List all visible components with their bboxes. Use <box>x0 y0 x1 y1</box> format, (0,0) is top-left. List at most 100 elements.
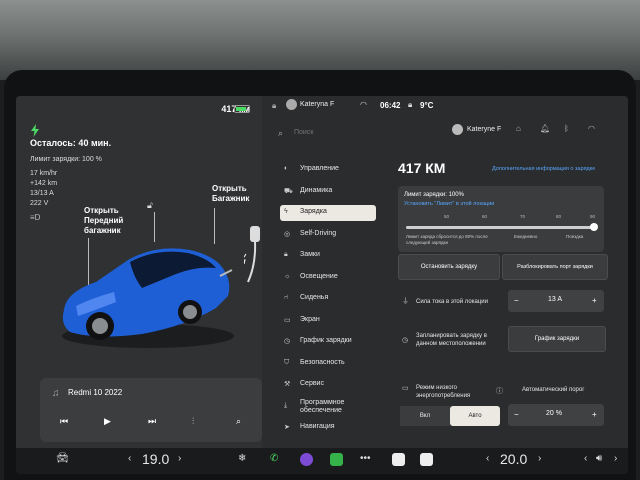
sidebar-item[interactable]: ⚒ Сервис <box>280 377 376 393</box>
bell-icon[interactable]: 🔔︎ <box>540 124 550 133</box>
camera-app-icon[interactable] <box>300 453 313 466</box>
low-power-auto-option[interactable]: Авто <box>450 406 500 426</box>
bluetooth-icon[interactable]: ᛒ <box>564 124 569 133</box>
limit-reset-note: Лимит заряда сбросится до 80% после след… <box>406 234 488 245</box>
auto-threshold-label: Автоматический порог <box>522 387 585 393</box>
sidebar-item-label: Self-Driving <box>300 229 337 237</box>
sidebar-item[interactable]: ⤓ Программное обеспечение <box>280 399 376 415</box>
clock: 06:42 <box>380 101 401 110</box>
sidebar-item-label: Сиденья <box>300 294 329 301</box>
status-user-name[interactable]: Kateryna F <box>300 101 334 108</box>
tesla-screen: 417 км Осталось: 40 мин. Лимит зарядки: … <box>16 96 628 474</box>
sidebar-item[interactable]: 🔒︎ Замки <box>280 248 376 264</box>
sidebar-item-label: Сервис <box>300 380 324 387</box>
calendar-app-icon[interactable] <box>330 453 343 466</box>
unlock-icon[interactable]: 🔓︎ <box>147 200 153 211</box>
lock-icon[interactable]: 🔒︎ <box>272 101 276 111</box>
low-power-icon: ▭ <box>402 385 409 392</box>
equalizer-icon[interactable]: ⫶ <box>192 416 194 427</box>
battery-icon <box>234 105 250 113</box>
set-limit-location-link[interactable]: Установить "Лимит" в этой локации <box>404 201 494 207</box>
sidebar-item[interactable]: ⛟ Динамика <box>280 184 376 200</box>
plus-icon[interactable]: + <box>592 296 597 305</box>
status-bar: 🔒︎ Kateryna F ◠ 06:42 🔒︎ 9°C <box>262 96 628 114</box>
temp-down-icon[interactable]: ‹ <box>128 453 131 464</box>
passenger-temp-down-icon[interactable]: ‹ <box>486 453 489 464</box>
background-scene <box>0 0 640 80</box>
current-stepper[interactable]: − 13 A + <box>508 290 604 312</box>
slider-tick: 50 <box>444 214 450 219</box>
play-icon[interactable]: ▶ <box>104 416 111 427</box>
climate-fan-icon[interactable]: ❄︎ <box>238 453 246 464</box>
search-icon[interactable]: ⌕ <box>236 416 241 427</box>
toggle-icon: ◐ <box>284 165 289 172</box>
open-frunk-button[interactable]: Открыть Передний багажник <box>84 206 134 236</box>
sidebar-item[interactable]: ◷ График зарядки <box>280 334 376 350</box>
car-image <box>62 248 234 348</box>
sidebar-item[interactable]: ϟ Зарядка <box>280 205 376 221</box>
schedule-charge-label: Запланировать зарядку в данном местополо… <box>416 333 487 347</box>
sidebar-item[interactable]: ➤ Навигация <box>280 420 376 436</box>
minus-icon[interactable]: − <box>514 296 519 305</box>
user-avatar-icon[interactable] <box>452 124 463 135</box>
stop-charging-button[interactable]: Остановить зарядку <box>398 254 500 280</box>
passenger-temp-up-icon[interactable]: › <box>538 453 541 464</box>
download-icon: ⤓ <box>284 401 288 409</box>
bolt-icon: ϟ <box>284 208 288 215</box>
seat-icon: ⑁ <box>284 294 289 301</box>
sidebar-item[interactable]: ▭ Экран <box>280 313 376 329</box>
volume-up-icon[interactable]: › <box>614 453 617 464</box>
schedule-clock-icon: ◷ <box>402 337 409 344</box>
open-trunk-button[interactable]: Открыть Багажник <box>212 184 258 204</box>
wrench-icon: ⚒ <box>284 381 291 388</box>
next-track-icon[interactable]: ⏭ <box>148 416 156 427</box>
more-apps-icon[interactable]: ••• <box>360 453 371 464</box>
plus-icon[interactable]: + <box>592 410 597 419</box>
temp-up-icon[interactable]: › <box>178 453 181 464</box>
charge-limit-card: Лимит зарядки: 100% Установить "Лимит" в… <box>398 186 604 252</box>
sentry-icon: 🔒︎ <box>408 100 413 109</box>
low-power-on-option[interactable]: Вкл <box>400 406 450 426</box>
home-icon[interactable]: ⌂ <box>516 124 521 133</box>
sidebar-item-label: Программное обеспечение <box>300 398 345 414</box>
info-icon[interactable]: ⓘ <box>496 386 503 396</box>
passenger-temperature: 20.0 <box>500 451 528 467</box>
previous-track-icon[interactable]: ⏮ <box>60 416 68 427</box>
driver-temperature: 19.0 <box>142 451 170 467</box>
sidebar-item[interactable]: ⑁ Сиденья <box>280 291 376 307</box>
sidebar-item[interactable]: ☼ Освещение <box>280 270 376 286</box>
music-note-icon: ♫ <box>52 388 60 399</box>
car-icon[interactable]: 🚘︎ <box>56 453 69 464</box>
sidebar-item-label: Замки <box>300 251 320 258</box>
threshold-stepper[interactable]: − 20 % + <box>508 404 604 426</box>
sidebar-item[interactable]: ⛉ Безопасность <box>280 356 376 372</box>
lock-icon: 🔒︎ <box>284 251 288 258</box>
volume-down-icon[interactable]: ‹ <box>584 453 587 464</box>
unlock-charge-port-button[interactable]: Разблокировать порт зарядки <box>502 254 608 280</box>
notes-app-icon[interactable] <box>392 453 405 466</box>
profile-name[interactable]: Kateryne F <box>467 126 501 133</box>
minus-icon[interactable]: − <box>514 410 519 419</box>
bottom-bar: 🚘︎ ‹ 19.0 › ❄︎ ✆ ••• ‹ 20.0 › ‹ 🔊︎ › <box>16 448 628 474</box>
sidebar-item[interactable]: ◐ Управление <box>280 162 376 178</box>
headlight-icon[interactable]: ≡D <box>30 213 40 222</box>
clock-icon: ◷ <box>284 338 291 345</box>
slider-knob[interactable] <box>590 223 598 231</box>
shield-icon: ⛉ <box>284 358 290 366</box>
charge-limit-title: Лимит зарядки: 100% <box>404 192 464 198</box>
wifi-icon[interactable]: ◠ <box>588 124 595 133</box>
toybox-app-icon[interactable] <box>420 453 433 466</box>
sidebar-item-label: Зарядка <box>300 208 327 215</box>
low-power-label: Режим низкого энергопотребления <box>416 385 471 399</box>
search-input[interactable] <box>292 124 436 140</box>
charge-voltage: 222 V <box>30 200 49 207</box>
plug-icon: ⏚ <box>402 298 409 305</box>
more-charge-info-link[interactable]: Дополнительная информация о зарядке <box>492 166 595 172</box>
phone-icon[interactable]: ✆ <box>270 453 278 464</box>
charge-schedule-button[interactable]: График зарядки <box>508 326 606 352</box>
charge-remaining: Осталось: 40 мин. <box>30 138 112 148</box>
user-icon[interactable] <box>286 99 297 110</box>
charge-limit-slider[interactable] <box>406 223 598 231</box>
sidebar-item[interactable]: ◎ Self-Driving <box>280 227 376 243</box>
volume-icon[interactable]: 🔊︎ <box>596 453 602 464</box>
